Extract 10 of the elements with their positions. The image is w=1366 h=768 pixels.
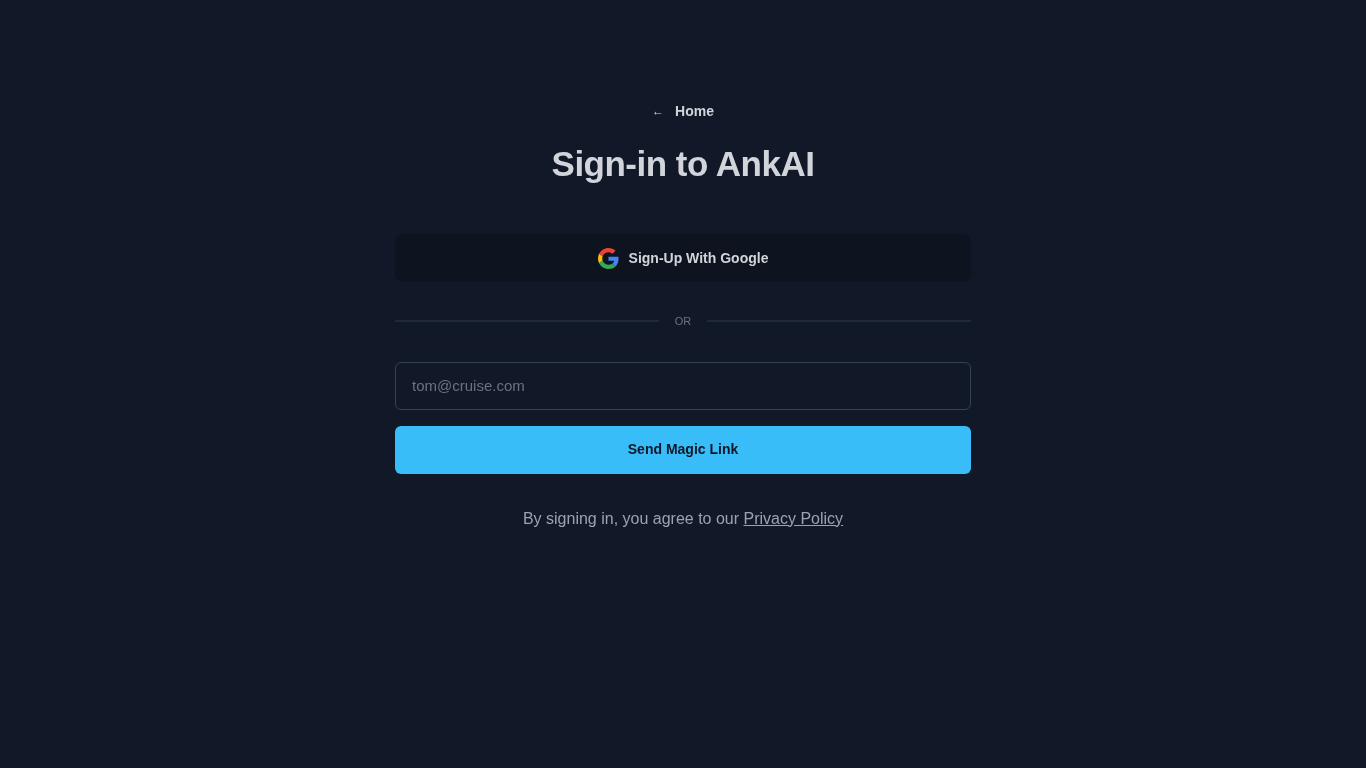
page-title: Sign-in to AnkAI bbox=[550, 143, 816, 185]
terms-text: By signing in, you agree to our Privacy Policy bbox=[521, 508, 845, 529]
home-link[interactable]: ← Home bbox=[652, 98, 714, 124]
google-sign-up-button[interactable]: Sign-Up With Google bbox=[395, 234, 971, 282]
left-arrow-icon: ← bbox=[652, 98, 665, 124]
divider-label: OR bbox=[674, 314, 692, 329]
google-g-icon bbox=[597, 247, 619, 269]
privacy-policy-link[interactable]: Privacy Policy bbox=[743, 509, 844, 527]
send-magic-link-button[interactable]: Send Magic Link bbox=[395, 425, 971, 474]
email-input-field[interactable]: tom@cruise.com bbox=[395, 361, 971, 410]
